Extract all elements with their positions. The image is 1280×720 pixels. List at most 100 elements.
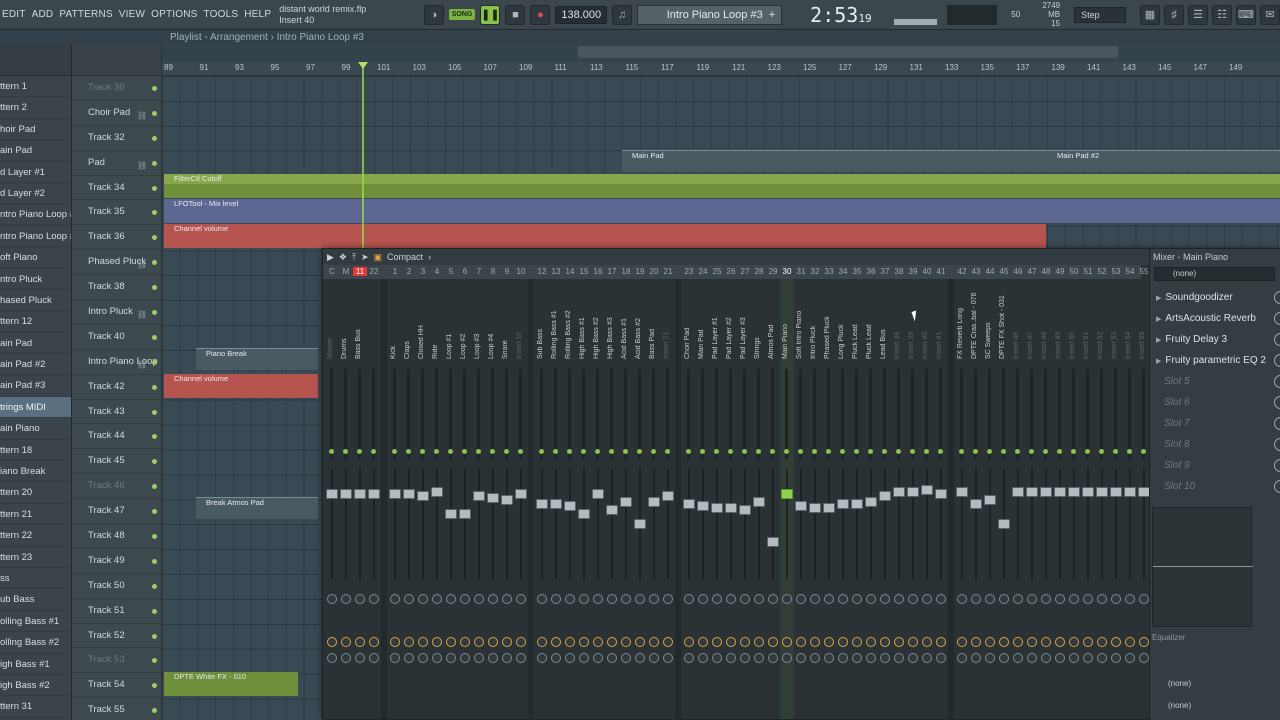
browser-item[interactable]: olling Bass #1 <box>0 611 71 633</box>
pan-knob[interactable] <box>768 594 778 604</box>
mixer-channel[interactable]: High Bass #2 <box>591 279 605 719</box>
pan-knob[interactable] <box>1139 594 1149 604</box>
mixer-channel[interactable]: Drums <box>339 279 353 719</box>
mixer-channel[interactable]: SC Sweeps <box>983 279 997 719</box>
volume-fader[interactable] <box>956 487 968 497</box>
send-knob[interactable] <box>1069 653 1079 663</box>
stereo-knob[interactable] <box>1111 637 1121 647</box>
send-knob[interactable] <box>516 653 526 663</box>
stereo-knob[interactable] <box>551 637 561 647</box>
stereo-knob[interactable] <box>754 637 764 647</box>
track-header[interactable]: Track 55 <box>72 698 161 720</box>
browser-item[interactable]: d Layer #2 <box>0 183 71 205</box>
send-knob[interactable] <box>698 653 708 663</box>
mute-led[interactable] <box>581 449 586 454</box>
browser-item[interactable]: hoir Pad <box>0 119 71 141</box>
track-header[interactable]: Intro Pluck ⛓ <box>72 300 161 325</box>
mute-led[interactable] <box>434 449 439 454</box>
pattern-selector[interactable]: Intro Piano Loop #3 + <box>637 4 783 25</box>
mute-led[interactable] <box>343 449 348 454</box>
horizontal-scrollbar[interactable] <box>578 46 1118 58</box>
pan-knob[interactable] <box>565 594 575 604</box>
send-knob[interactable] <box>971 653 981 663</box>
mixer-channel[interactable]: High Bass #3 <box>605 279 619 719</box>
send-knob[interactable] <box>985 653 995 663</box>
browser-item[interactable]: ss <box>0 568 71 590</box>
mixer-channel[interactable]: Insert 38 <box>892 279 906 719</box>
mixer-track-number[interactable]: 7 <box>472 267 486 276</box>
send-knob[interactable] <box>1027 653 1037 663</box>
mute-led[interactable] <box>1113 449 1118 454</box>
send-knob[interactable] <box>712 653 722 663</box>
pan-knob[interactable] <box>1069 594 1079 604</box>
add-pattern-icon[interactable]: + <box>769 9 775 21</box>
pan-knob[interactable] <box>1097 594 1107 604</box>
mute-led[interactable] <box>700 449 705 454</box>
pan-knob[interactable] <box>971 594 981 604</box>
pan-knob[interactable] <box>369 594 379 604</box>
stereo-knob[interactable] <box>341 637 351 647</box>
track-header[interactable]: Track 45 <box>72 449 161 475</box>
stereo-knob[interactable] <box>474 637 484 647</box>
track-header[interactable]: Track 42 <box>72 375 161 400</box>
volume-fader[interactable] <box>781 489 793 499</box>
stereo-knob[interactable] <box>684 637 694 647</box>
mixer-track-number[interactable]: 33 <box>822 267 836 276</box>
clip-lfo-mix[interactable]: LFOTool - Mix level <box>164 199 1280 223</box>
volume-fader[interactable] <box>795 501 807 511</box>
browser-item[interactable]: ain Pad <box>0 333 71 355</box>
mixer-track-number[interactable]: 41 <box>934 267 948 276</box>
stereo-knob[interactable] <box>649 637 659 647</box>
effect-slot[interactable]: ▶ ArtsAcoustic Reverb <box>1150 308 1280 329</box>
track-enable-led[interactable] <box>152 534 157 540</box>
pan-knob[interactable] <box>327 594 337 604</box>
pan-knob[interactable] <box>754 594 764 604</box>
mixer-channel[interactable]: Main Pad <box>696 279 710 719</box>
mute-led[interactable] <box>1001 449 1006 454</box>
mixer-track-number[interactable]: 28 <box>752 267 766 276</box>
slot-mix-knob[interactable] <box>1274 396 1280 409</box>
mixer-channel[interactable]: DPTE FX Shot - 031 <box>997 279 1011 719</box>
stereo-knob[interactable] <box>1125 637 1135 647</box>
mute-led[interactable] <box>518 449 523 454</box>
mixer-channel[interactable]: Pad Layer #3 <box>738 279 752 719</box>
volume-fader[interactable] <box>1040 487 1052 497</box>
mixer-track-number[interactable]: 3 <box>416 267 430 276</box>
send-knob[interactable] <box>1013 653 1023 663</box>
pan-knob[interactable] <box>355 594 365 604</box>
mixer-channel[interactable]: High Bass #1 <box>577 279 591 719</box>
clip-piano-break[interactable]: Piano Break <box>196 348 318 370</box>
mixer-icon[interactable]: ☷ <box>1212 4 1232 25</box>
mixer-channel[interactable]: Loop #2 <box>458 279 472 719</box>
pan-knob[interactable] <box>908 594 918 604</box>
pan-knob[interactable] <box>663 594 673 604</box>
send-knob[interactable] <box>1097 653 1107 663</box>
track-header[interactable]: Track 50 <box>72 574 161 599</box>
stereo-knob[interactable] <box>936 637 946 647</box>
pan-knob[interactable] <box>782 594 792 604</box>
stereo-knob[interactable] <box>369 637 379 647</box>
mixer-track-number[interactable]: 8 <box>486 267 500 276</box>
stereo-knob[interactable] <box>726 637 736 647</box>
mixer-channel[interactable]: Acid Bass #1 <box>619 279 633 719</box>
stereo-knob[interactable] <box>999 637 1009 647</box>
volume-fader[interactable] <box>592 489 604 499</box>
slot-arrow-icon[interactable]: ▶ <box>1156 316 1161 323</box>
mute-led[interactable] <box>1015 449 1020 454</box>
track-enable-led[interactable] <box>152 633 157 639</box>
link-icon[interactable]: ⛓ <box>137 353 147 377</box>
track-header[interactable]: Track 36 <box>72 225 161 251</box>
track-enable-led[interactable] <box>152 260 157 266</box>
pan-knob[interactable] <box>894 594 904 604</box>
mixer-channel[interactable]: Soft Intro Piano <box>794 279 808 719</box>
volume-fader[interactable] <box>431 487 443 497</box>
mixer-track-number[interactable]: 26 <box>724 267 738 276</box>
slot-mix-knob[interactable] <box>1274 480 1280 493</box>
stereo-knob[interactable] <box>565 637 575 647</box>
mute-led[interactable] <box>1057 449 1062 454</box>
volume-fader[interactable] <box>578 509 590 519</box>
mixer-channel[interactable]: Insert 51 <box>1081 279 1095 719</box>
effect-slot[interactable]: Slot 10 <box>1150 476 1280 497</box>
mute-led[interactable] <box>938 449 943 454</box>
browser-item[interactable]: ttern 1 <box>0 76 71 98</box>
